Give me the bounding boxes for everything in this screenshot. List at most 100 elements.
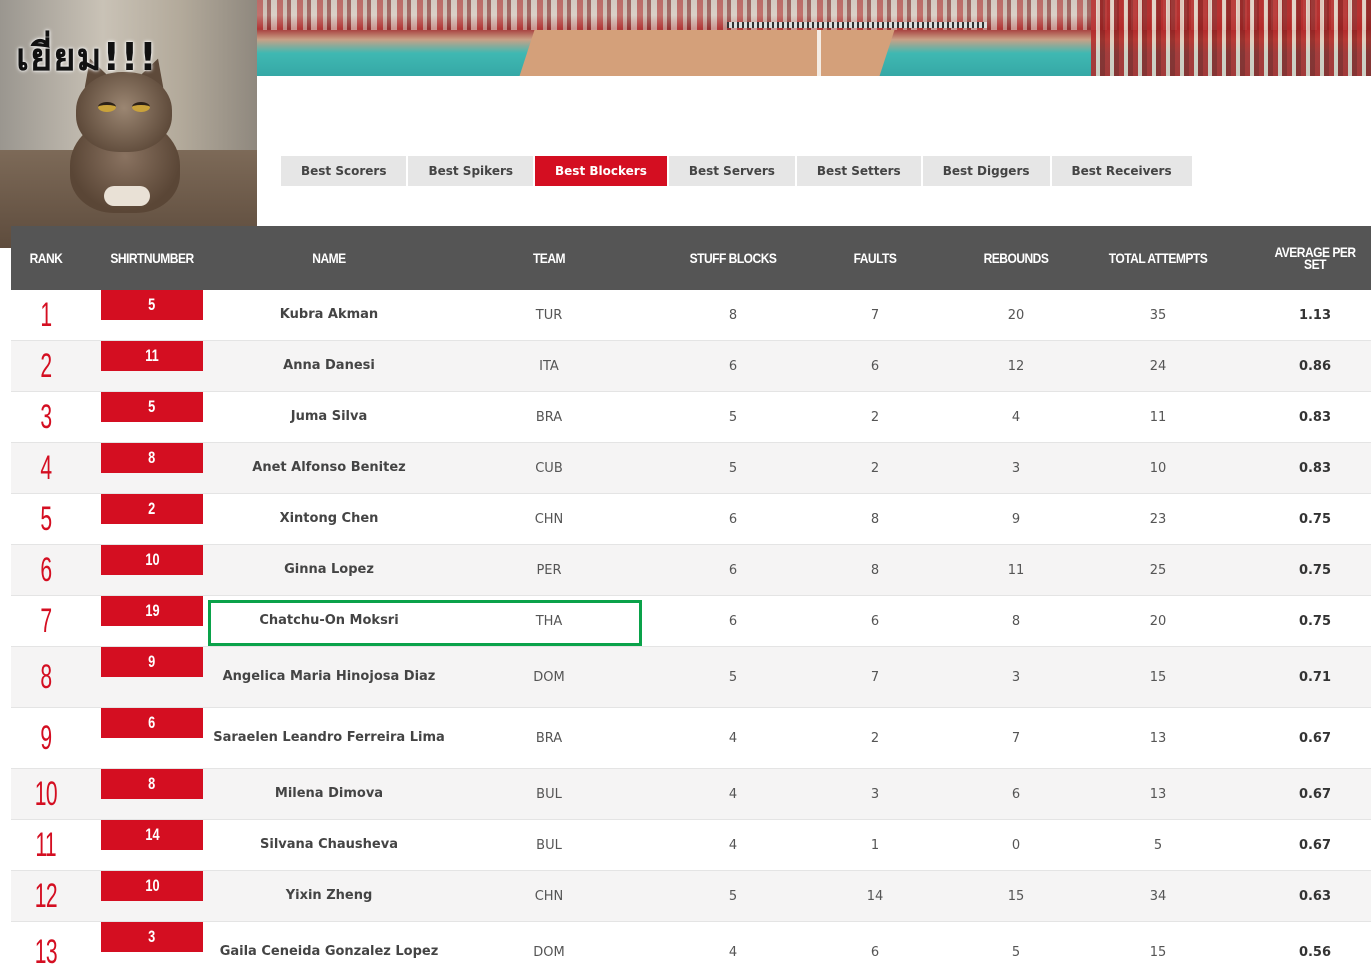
name-cell[interactable]: Milena Dimova [209,769,449,819]
header-rebounds[interactable]: REBOUNDS [964,226,1067,290]
shirt-number-badge: 6 [137,708,167,738]
rank-number: 1 [40,295,52,334]
rank-cell: 1 [11,290,81,340]
name-cell[interactable]: Xintong Chen [209,494,449,544]
table-row: 2 11 Anna Danesi ITA 6 6 12 24 0.86 [11,341,1371,392]
header-shirtnumber[interactable]: SHIRTNUMBER [108,226,196,290]
header-name[interactable]: NAME [226,226,432,290]
faults-cell: 1 [870,837,880,853]
name-cell[interactable]: Saraelen Leandro Ferreira Lima [209,708,449,768]
header-team[interactable]: TEAM [506,226,592,290]
name-cell[interactable]: Anet Alfonso Benitez [209,443,449,493]
attempts-cell: 20 [1149,613,1167,629]
table-row: 13 3 Gaila Ceneida Gonzalez Lopez DOM 4 6 5 15 0… [11,922,1371,965]
cat-meme-image: เยี่ยม!!! [0,0,257,248]
avg-cell: 0.83 [1298,460,1332,476]
faults-cell: 2 [870,409,880,425]
stuff-cell: 4 [728,837,738,853]
header-total-attempts[interactable]: TOTAL ATTEMPTS [1098,226,1218,290]
shirt-number: 9 [148,652,156,671]
rebounds-cell: 12 [1007,358,1025,374]
tab-best-receivers[interactable]: Best Receivers [1051,156,1192,186]
name-cell[interactable]: Gaila Ceneida Gonzalez Lopez [209,922,449,965]
header-faults[interactable]: FAULTS [832,226,918,290]
rank-number: 11 [35,825,57,864]
rank-number: 7 [40,601,52,640]
faults-cell: 3 [870,786,880,802]
banner-net [727,22,987,28]
faults-cell: 8 [870,511,880,527]
rank-number: 10 [34,774,58,813]
team-cell: THA [535,613,563,629]
cat-eye-right [132,102,150,112]
stuff-cell: 6 [728,562,738,578]
stuff-cell: 4 [728,944,738,960]
shirt-cell: 9 [101,647,203,677]
shirt-number-badge: 5 [137,392,167,422]
faults-cell: 6 [870,358,880,374]
shirt-number-badge: 8 [137,443,167,473]
table-row: 3 5 Juma Silva BRA 5 2 4 11 0.83 [11,392,1371,443]
shirt-number-badge: 9 [137,647,167,677]
avg-cell: 0.75 [1298,511,1332,527]
table-row: 11 14 Silvana Chausheva BUL 4 1 0 5 0.67 [11,820,1371,871]
cat-paws [104,186,150,206]
stuff-cell: 5 [728,669,738,685]
tab-best-scorers[interactable]: Best Scorers [281,156,407,186]
shirt-number-badge: 10 [137,545,167,575]
attempts-cell: 13 [1149,786,1167,802]
team-cell: DOM [533,944,565,960]
tab-best-setters[interactable]: Best Setters [796,156,921,186]
shirt-number: 5 [148,397,156,416]
table-row: 5 2 Xintong Chen CHN 6 8 9 23 0.75 [11,494,1371,545]
name-cell[interactable]: Yixin Zheng [209,871,449,921]
avg-cell: 0.67 [1298,837,1332,853]
shirt-cell: 11 [101,341,203,371]
rebounds-cell: 9 [1011,511,1021,527]
rank-cell: 3 [11,392,81,442]
avg-cell: 0.67 [1298,786,1332,802]
attempts-cell: 10 [1149,460,1167,476]
name-cell[interactable]: Juma Silva [209,392,449,442]
rank-cell: 2 [11,341,81,391]
header-stuff-blocks[interactable]: STUFF BLOCKS [673,226,793,290]
header-rank[interactable]: RANK [16,226,76,290]
avg-cell: 0.86 [1298,358,1332,374]
stuff-cell: 6 [728,613,738,629]
attempts-cell: 15 [1149,944,1167,960]
rank-number: 3 [40,397,52,436]
tab-best-blockers[interactable]: Best Blockers [535,156,667,186]
name-cell[interactable]: Angelica Maria Hinojosa Diaz [209,647,449,707]
shirt-cell: 19 [101,596,203,626]
name-cell[interactable]: Silvana Chausheva [209,820,449,870]
shirt-number: 14 [144,825,160,844]
attempts-cell: 25 [1149,562,1167,578]
name-cell[interactable]: Anna Danesi [209,341,449,391]
banner-court [519,30,895,76]
shirt-number-badge: 8 [137,769,167,799]
name-cell[interactable]: Chatchu-On Moksri [209,596,449,646]
rank-cell: 5 [11,494,81,544]
rebounds-cell: 20 [1007,307,1025,323]
team-cell: CHN [534,511,564,527]
tab-best-servers[interactable]: Best Servers [668,156,795,186]
faults-cell: 6 [870,944,880,960]
rebounds-cell: 5 [1011,944,1021,960]
shirt-number: 6 [148,713,156,732]
team-cell: CHN [534,888,564,904]
table-row: 6 10 Ginna Lopez PER 6 8 11 25 0.75 [11,545,1371,596]
tab-best-spikers[interactable]: Best Spikers [408,156,534,186]
shirt-number: 8 [148,448,156,467]
name-cell[interactable]: Ginna Lopez [209,545,449,595]
header-average-per-set[interactable]: AVERAGE PER SET [1272,226,1358,290]
tab-best-diggers[interactable]: Best Diggers [922,156,1050,186]
shirt-cell: 5 [101,392,203,422]
rank-number: 8 [40,657,52,696]
rank-number: 12 [34,876,58,915]
banner-court-line [817,30,821,76]
stuff-cell: 5 [728,460,738,476]
name-cell[interactable]: Kubra Akman [209,290,449,340]
rebounds-cell: 4 [1011,409,1021,425]
faults-cell: 7 [870,307,880,323]
attempts-cell: 11 [1149,409,1167,425]
